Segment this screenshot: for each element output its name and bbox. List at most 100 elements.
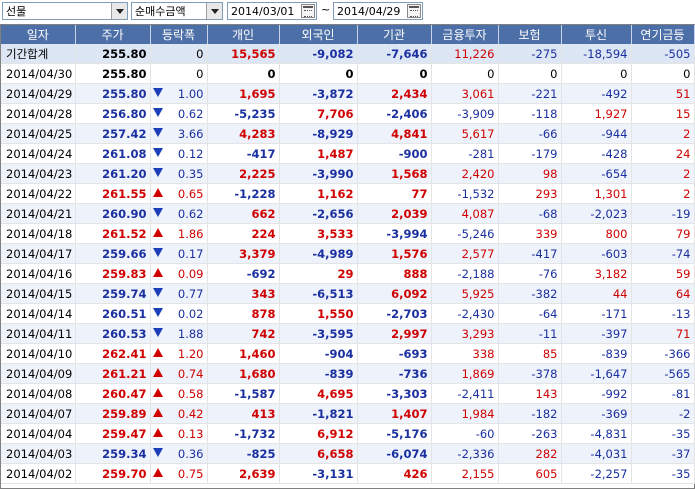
individual-cell: 3,379 [207, 243, 280, 264]
investor-trading-grid[interactable]: 일자 주가 등락폭 개인 외국인 기관 금융투자 보험 투신 연기금등 기간합계… [0, 24, 695, 489]
institution-cell: 888 [357, 263, 432, 284]
down-triangle-icon [152, 168, 163, 177]
table-row[interactable]: 2014/04/21 260.90 0.62 662 -2,656 2,039 4,087-… [1, 203, 695, 224]
calendar-icon[interactable] [301, 4, 315, 18]
pension-cell: -366 [631, 343, 695, 364]
insurance-cell: -68 [498, 203, 562, 224]
column-header-foreign[interactable]: 외국인 [279, 25, 358, 44]
date-cell: 2014/04/08 [1, 383, 76, 404]
column-header-price[interactable]: 주가 [75, 25, 151, 44]
table-row[interactable]: 2014/04/14 260.51 0.02 878 1,550 -2,703 -2,430… [1, 303, 695, 324]
table-row[interactable]: 2014/04/30 255.80 0 0 0 0 0 0 0 0 [1, 63, 695, 84]
date-cell: 2014/04/07 [1, 403, 76, 424]
investment-trust-cell: -992 [561, 383, 632, 404]
table-row[interactable]: 2014/04/09 261.21 0.74 1,680 -839 -736 1,869 -3… [1, 363, 695, 384]
investment-trust-cell: -2,023 [561, 203, 632, 224]
financial-investment-cell: 11,226 [431, 44, 499, 64]
individual-cell: 413 [207, 403, 280, 424]
date-to-field[interactable]: 2014/04/29 [333, 2, 423, 20]
price-cell: 261.21 [75, 363, 151, 384]
table-row[interactable]: 2014/04/07 259.89 0.42 413 -1,821 1,407 1,984-… [1, 403, 695, 424]
institution-cell: -3,994 [357, 223, 432, 244]
table-row[interactable]: 2014/04/25 257.42 3.66 4,283 -8,929 4,841 5,61… [1, 123, 695, 144]
individual-cell: -825 [207, 443, 280, 464]
financial-investment-cell: -1,532 [431, 183, 499, 204]
column-header-investment-trust[interactable]: 투신 [561, 25, 632, 44]
institution-cell: -7,646 [357, 44, 432, 64]
change-cell: 1.86 [150, 223, 208, 244]
sort-option-dropdown-chevron-icon[interactable] [206, 3, 222, 19]
column-header-pension[interactable]: 연기금등 [631, 25, 695, 44]
date-range-separator: ~ [321, 3, 331, 16]
table-row[interactable]: 2014/04/17 259.66 0.17 3,379 -4,989 1,576 2,57… [1, 243, 695, 264]
up-triangle-icon [152, 228, 163, 237]
table-row[interactable]: 2014/04/16 259.83 0.09 -692 29 888 -2,188 -76 3,… [1, 263, 695, 284]
date-cell: 2014/04/14 [1, 303, 76, 324]
investment-trust-cell: -171 [561, 303, 632, 324]
column-header-insurance[interactable]: 보험 [498, 25, 562, 44]
up-triangle-icon [152, 408, 163, 417]
table-row[interactable]: 2014/04/03 259.34 0.36 -825 6,658 -6,074 -2,33… [1, 443, 695, 464]
foreign-cell: -4,989 [279, 243, 358, 264]
individual-cell: -417 [207, 143, 280, 164]
foreign-cell: 1,550 [279, 303, 358, 324]
price-cell: 262.41 [75, 343, 151, 364]
instrument-select[interactable]: 선물 [2, 2, 128, 20]
price-cell: 260.51 [75, 303, 151, 324]
individual-cell: 0 [207, 63, 280, 84]
column-header-date[interactable]: 일자 [1, 25, 76, 44]
date-cell: 2014/04/24 [1, 143, 76, 164]
price-cell: 255.80 [75, 44, 151, 64]
insurance-cell: 605 [498, 463, 562, 484]
investment-trust-cell: 1,301 [561, 183, 632, 204]
insurance-cell: 0 [498, 63, 562, 84]
table-row[interactable]: 2014/04/18 261.52 1.86 224 3,533 -3,994 -5,246… [1, 223, 695, 244]
summary-row[interactable]: 기간합계 255.80 0 15,565 -9,082 -7,646 11,226 -275-… [1, 44, 695, 64]
table-row[interactable]: 2014/04/22 261.55 0.65 -1,228 1,162 77 -1,532 2… [1, 183, 695, 204]
table-row[interactable]: 2014/04/11 260.53 1.88 742 -3,595 2,997 3,293-… [1, 323, 695, 344]
column-header-institution[interactable]: 기관 [357, 25, 432, 44]
sort-option-value: 순매수금액 [135, 5, 186, 18]
table-row[interactable]: 2014/04/29 255.80 1.00 1,695 -3,872 2,434 3,06… [1, 83, 695, 104]
institution-cell: -900 [357, 143, 432, 164]
price-cell: 259.83 [75, 263, 151, 284]
table-body: 기간합계 255.80 0 15,565 -9,082 -7,646 11,226 -275-… [1, 44, 695, 484]
insurance-cell: -378 [498, 363, 562, 384]
financial-investment-cell: -2,411 [431, 383, 499, 404]
table-row[interactable]: 2014/04/28 256.80 0.62 -5,235 7,706 -2,406 -3,… [1, 103, 695, 124]
investment-trust-cell: -369 [561, 403, 632, 424]
institution-cell: -736 [357, 363, 432, 384]
institution-cell: -2,703 [357, 303, 432, 324]
table-row[interactable]: 2014/04/02 259.70 0.75 2,639 -3,131 426 2,155 6… [1, 463, 695, 484]
table-row[interactable]: 2014/04/23 261.20 0.35 2,225 -3,990 1,568 2,42… [1, 163, 695, 184]
change-cell: 3.66 [150, 123, 208, 144]
investment-trust-cell: -839 [561, 343, 632, 364]
column-header-financial-investment[interactable]: 금융투자 [431, 25, 499, 44]
sort-option-select[interactable]: 순매수금액 [131, 2, 223, 20]
table-row[interactable]: 2014/04/08 260.47 0.58 -1,587 4,695 -3,303 -2,… [1, 383, 695, 404]
foreign-cell: -839 [279, 363, 358, 384]
column-header-individual[interactable]: 개인 [207, 25, 280, 44]
column-header-change[interactable]: 등락폭 [150, 25, 208, 44]
financial-investment-cell: 3,293 [431, 323, 499, 344]
price-cell: 259.89 [75, 403, 151, 424]
calendar-icon[interactable] [407, 4, 421, 18]
financial-investment-cell: 2,420 [431, 163, 499, 184]
investor-trading-table: 일자 주가 등락폭 개인 외국인 기관 금융투자 보험 투신 연기금등 기간합계… [1, 25, 695, 484]
table-row[interactable]: 2014/04/10 262.41 1.20 1,460 -904 -693 338 85 -8… [1, 343, 695, 364]
financial-investment-cell: -5,246 [431, 223, 499, 244]
instrument-dropdown-chevron-icon[interactable] [111, 3, 127, 19]
change-cell: 0.35 [150, 163, 208, 184]
insurance-cell: 143 [498, 383, 562, 404]
date-from-field[interactable]: 2014/03/01 [227, 2, 317, 20]
table-row[interactable]: 2014/04/24 261.08 0.12 -417 1,487 -900 -281 -17… [1, 143, 695, 164]
down-triangle-icon [152, 208, 163, 217]
down-triangle-icon [152, 308, 163, 317]
investment-trust-cell: 800 [561, 223, 632, 244]
table-row[interactable]: 2014/04/04 259.47 0.13 -1,732 6,912 -5,176 -60… [1, 423, 695, 444]
financial-investment-cell: 5,617 [431, 123, 499, 144]
pension-cell: 15 [631, 103, 695, 124]
change-cell: 0.13 [150, 423, 208, 444]
change-cell: 1.20 [150, 343, 208, 364]
table-row[interactable]: 2014/04/15 259.74 0.77 343 -6,513 6,092 5,925-… [1, 283, 695, 304]
